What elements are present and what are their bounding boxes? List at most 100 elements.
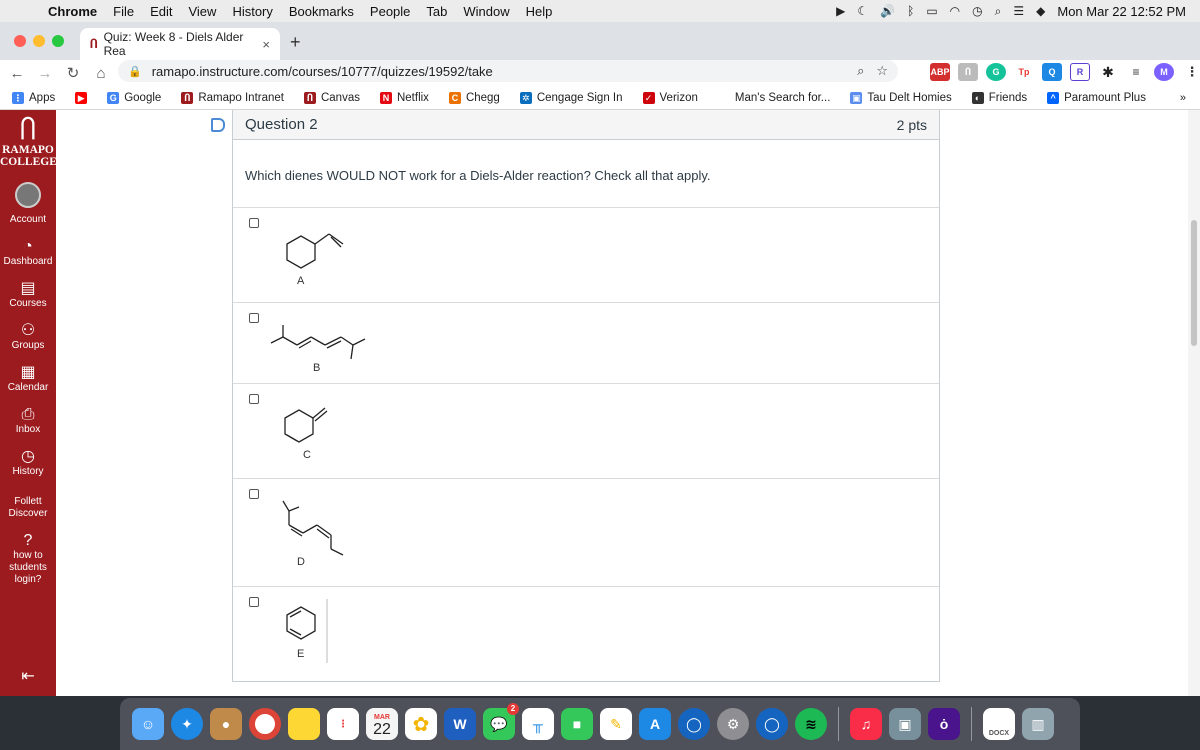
menu-help[interactable]: Help	[518, 4, 561, 19]
docx-file-icon[interactable]: DOCX	[983, 708, 1015, 740]
siri-icon[interactable]: ◆	[1036, 4, 1045, 18]
webex-meetings-icon[interactable]: ◯	[756, 708, 788, 740]
nav-history[interactable]: ◷ History	[0, 448, 56, 478]
app-store-icon[interactable]: A	[639, 708, 671, 740]
moon-icon[interactable]: ☾	[857, 4, 868, 18]
wifi-icon[interactable]: ◠	[950, 4, 960, 18]
bookmark-item[interactable]: ▶	[75, 91, 88, 104]
bookmark-item[interactable]: ^ Paramount Plus	[1047, 91, 1146, 104]
safari-icon[interactable]: ✦	[171, 708, 203, 740]
answer-checkbox-c[interactable]	[249, 394, 259, 404]
home-icon[interactable]: ⌂	[90, 65, 112, 82]
battery-icon[interactable]: ▭	[926, 4, 937, 18]
menu-file[interactable]: File	[105, 4, 142, 19]
r-extension-icon[interactable]: R	[1070, 63, 1090, 81]
menu-bookmarks[interactable]: Bookmarks	[281, 4, 362, 19]
time-machine-icon[interactable]: ◷	[972, 4, 982, 18]
bookmark-star-icon[interactable]: ☆	[876, 63, 888, 79]
nav-help[interactable]: ? how to students login?	[0, 532, 56, 586]
nav-dashboard[interactable]: ◔ Dashboard	[0, 238, 56, 268]
bookmark-item[interactable]: ✓ Verizon	[642, 91, 698, 104]
webex-icon[interactable]: ◯	[678, 708, 710, 740]
tab-quiz[interactable]: Ⴖ Quiz: Week 8 - Diels Alder Rea ×	[80, 28, 280, 60]
ramapo-logo[interactable]: Ⴖ RAMAPO COLLEGE	[0, 116, 57, 168]
reminders-icon[interactable]: ⋮	[327, 708, 359, 740]
url-text[interactable]: ramapo.instructure.com/courses/10777/qui…	[152, 64, 493, 79]
tp-extension-icon[interactable]: Tp	[1014, 63, 1034, 81]
adblock-plus-icon[interactable]: ABP	[930, 63, 950, 81]
messages-icon[interactable]: 💬 2	[483, 703, 519, 740]
nav-account[interactable]: Account	[0, 214, 56, 226]
bookmark-item[interactable]: Ⴖ Canvas	[303, 91, 360, 104]
close-window-button[interactable]	[14, 35, 26, 47]
menu-people[interactable]: People	[362, 4, 418, 19]
reload-icon[interactable]: ↻	[62, 64, 84, 82]
menu-clock[interactable]: Mon Mar 22 12:52 PM	[1057, 4, 1186, 19]
minimize-window-button[interactable]	[33, 35, 45, 47]
word-icon[interactable]: W	[444, 708, 476, 740]
recent-item-icon[interactable]: ȯ	[928, 708, 960, 740]
system-preferences-icon[interactable]: ⚙	[717, 708, 749, 740]
answer-checkbox-d[interactable]	[249, 489, 259, 499]
photos-icon[interactable]: ✿	[405, 708, 437, 740]
facetime-icon[interactable]: ■	[561, 708, 593, 740]
notes-icon[interactable]	[288, 708, 320, 740]
forward-icon[interactable]: →	[34, 65, 56, 82]
contacts-icon[interactable]: ●	[210, 708, 242, 740]
grammarly-icon[interactable]: G	[986, 63, 1006, 81]
chrome-menu-icon[interactable]: ⋮	[1182, 63, 1200, 81]
spotlight-search-icon[interactable]: ⌕	[995, 4, 1002, 19]
nav-follett-discover[interactable]: Follett Discover	[0, 496, 56, 520]
menu-view[interactable]: View	[180, 4, 224, 19]
play-icon[interactable]: ▶	[836, 4, 845, 18]
menu-app-name[interactable]: Chrome	[40, 4, 105, 19]
profile-avatar[interactable]: M	[1154, 63, 1174, 81]
chrome-icon[interactable]	[249, 708, 281, 740]
keynote-icon[interactable]: ╥	[522, 708, 554, 740]
address-bar[interactable]: 🔒 ramapo.instructure.com/courses/10777/q…	[118, 60, 898, 82]
reading-list-icon[interactable]: ≡	[1126, 63, 1146, 81]
calendar-app-icon[interactable]: MAR 22	[366, 708, 398, 740]
bookmark-item[interactable]: N Netflix	[379, 91, 429, 104]
preview-icon[interactable]: ▣	[889, 708, 921, 740]
search-icon[interactable]: ⌕	[857, 63, 864, 79]
nav-courses[interactable]: ▤ Courses	[0, 280, 56, 310]
back-icon[interactable]: ←	[6, 65, 28, 82]
flag-question-icon[interactable]	[211, 118, 225, 132]
nav-inbox[interactable]: ⎙ Inbox	[0, 406, 56, 436]
collapse-nav-icon[interactable]: ⇤	[0, 666, 56, 686]
bookmark-item[interactable]: Man's Search for...	[717, 91, 830, 104]
answer-checkbox-b[interactable]	[249, 313, 259, 323]
close-tab-icon[interactable]: ×	[262, 37, 270, 52]
bookmark-item[interactable]: ▣ Tau Delt Homies	[850, 91, 952, 104]
menu-edit[interactable]: Edit	[142, 4, 180, 19]
control-center-icon[interactable]: ☰	[1013, 4, 1024, 18]
zoom-window-button[interactable]	[52, 35, 64, 47]
answer-checkbox-e[interactable]	[249, 597, 259, 607]
pages-icon[interactable]: ✎	[600, 708, 632, 740]
new-tab-button[interactable]: +	[290, 32, 301, 53]
extension-icon[interactable]: Ⴖ	[958, 63, 978, 81]
menu-tab[interactable]: Tab	[418, 4, 455, 19]
menu-history[interactable]: History	[224, 4, 280, 19]
scrollbar-thumb[interactable]	[1191, 220, 1197, 346]
lock-icon[interactable]: 🔒	[128, 65, 142, 78]
music-icon[interactable]: ♫	[850, 708, 882, 740]
bookmark-item[interactable]: ✲ Cengage Sign In	[519, 91, 623, 104]
answer-checkbox-a[interactable]	[249, 218, 259, 228]
bookmark-item[interactable]: ⋮ Apps	[12, 91, 55, 104]
nav-groups[interactable]: ⚇ Groups	[0, 322, 56, 352]
bookmark-item[interactable]: C Chegg	[448, 91, 500, 104]
bookmarks-overflow-icon[interactable]: »	[1180, 92, 1186, 104]
nav-calendar[interactable]: ▦ Calendar	[0, 364, 56, 394]
bookmark-item[interactable]: ◐ Friends	[971, 91, 1027, 104]
search-extension-icon[interactable]: Q	[1042, 63, 1062, 81]
spotify-icon[interactable]: ≋	[795, 708, 827, 740]
finder-icon[interactable]: ☺	[132, 708, 164, 740]
trash-icon[interactable]: ▥	[1022, 708, 1054, 740]
volume-icon[interactable]: 🔊	[880, 4, 895, 18]
puzzle-extensions-icon[interactable]: ✱	[1098, 63, 1118, 81]
bookmark-item[interactable]: G Google	[107, 91, 161, 104]
page-scrollbar[interactable]	[1188, 110, 1200, 696]
bookmark-item[interactable]: Ⴖ Ramapo Intranet	[181, 91, 284, 104]
